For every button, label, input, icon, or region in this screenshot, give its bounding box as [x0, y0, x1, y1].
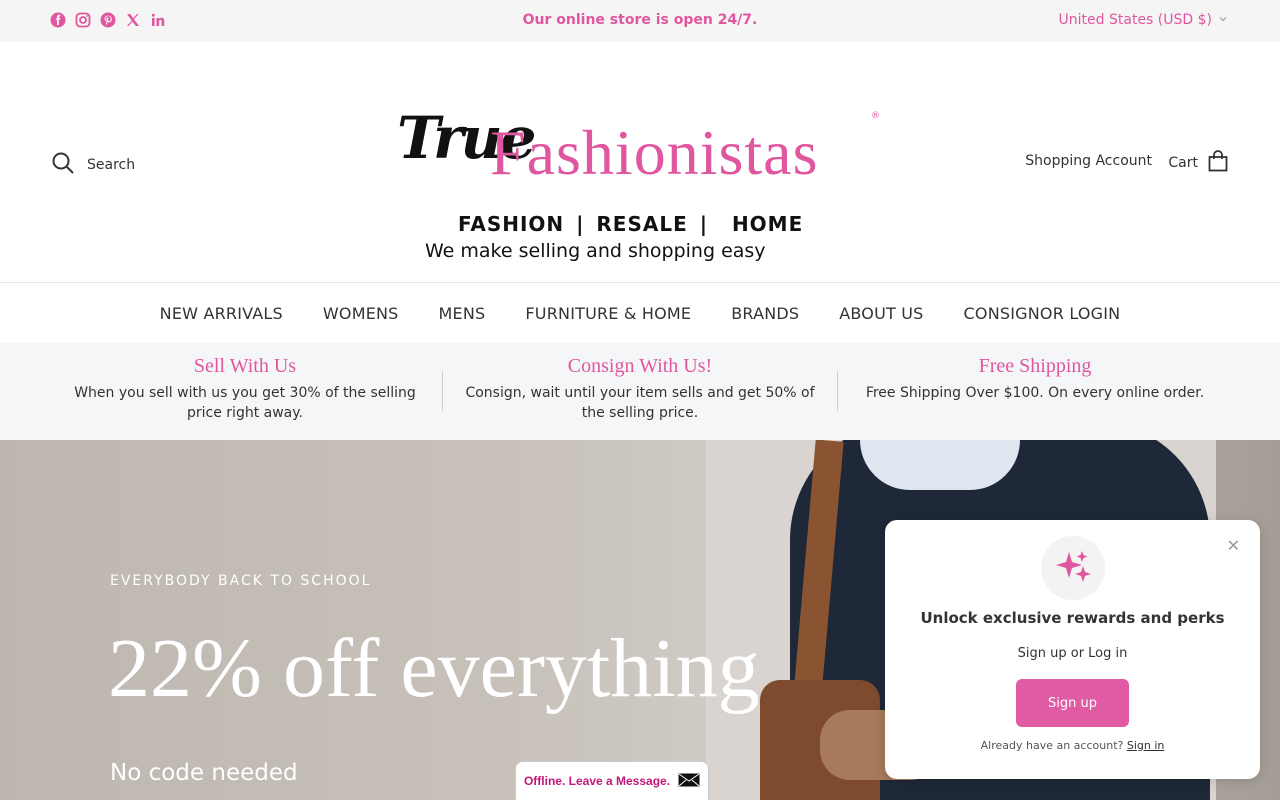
search-label: Search — [87, 157, 136, 173]
cart-button[interactable]: Cart — [1168, 150, 1228, 176]
close-icon[interactable]: ✕ — [1227, 536, 1240, 555]
nav-item-brands[interactable]: BRANDS — [731, 304, 799, 323]
hero-eyebrow: EVERYBODY BACK TO SCHOOL — [110, 573, 372, 589]
chat-label: Offline. Leave a Message. — [523, 774, 671, 788]
site-header: Search True Fashionistas ® FASHION | RES… — [0, 42, 1280, 282]
main-navigation: NEW ARRIVALS WOMENS MENS FURNITURE & HOM… — [0, 282, 1280, 343]
nav-item-womens[interactable]: WOMENS — [323, 304, 399, 323]
site-logo[interactable]: True Fashionistas ® FASHION | RESALE | H… — [395, 78, 890, 262]
usp-consign: Consign With Us! Consign, wait until you… — [443, 343, 837, 440]
usp-description: When you sell with us you get 30% of the… — [74, 385, 416, 421]
search-icon — [51, 151, 75, 179]
usp-sell: Sell With Us When you sell with us you g… — [48, 343, 442, 440]
usp-title: Consign With Us! — [567, 355, 713, 377]
cart-label: Cart — [1168, 155, 1198, 171]
usp-title: Sell With Us — [193, 355, 297, 377]
currency-label: United States (USD $) — [1058, 12, 1212, 28]
usp-title: Free Shipping — [978, 355, 1092, 377]
usp-shipping: Free Shipping Free Shipping Over $100. O… — [838, 343, 1232, 440]
chat-widget-button[interactable]: Offline. Leave a Message. — [515, 761, 709, 800]
already-account-text: Already have an account? — [980, 739, 1124, 752]
logo-registered-mark: ® — [871, 111, 880, 121]
chevron-down-icon — [1218, 12, 1228, 28]
hero-subheading: No code needed — [110, 760, 298, 786]
popup-signin-prompt: Already have an account? Sign in — [885, 739, 1260, 752]
logo-tagline: We make selling and shopping easy — [425, 240, 766, 262]
announcement-bar: Our online store is open 24/7. United St… — [0, 0, 1280, 42]
envelope-icon — [678, 773, 700, 790]
nav-item-about-us[interactable]: ABOUT US — [839, 304, 923, 323]
hero-headline: 22% off everything — [108, 622, 760, 715]
usp-description: Consign, wait until your item sells and … — [465, 385, 815, 421]
popup-title: Unlock exclusive rewards and perks — [920, 609, 1225, 627]
usp-strip: Sell With Us When you sell with us you g… — [0, 343, 1280, 440]
search-button[interactable]: Search — [51, 151, 135, 179]
nav-item-furniture-home[interactable]: FURNITURE & HOME — [525, 304, 691, 323]
sparkles-icon — [1041, 536, 1105, 600]
hero-photo-collar — [860, 440, 1020, 490]
currency-selector[interactable]: United States (USD $) — [1059, 12, 1228, 28]
nav-item-mens[interactable]: MENS — [439, 304, 486, 323]
signin-link[interactable]: Sign in — [1127, 739, 1165, 752]
usp-description: Free Shipping Over $100. On every online… — [865, 385, 1205, 401]
rewards-popup: ✕ Unlock exclusive rewards and perks Sig… — [885, 520, 1260, 779]
shopping-account-link[interactable]: Shopping Account — [1025, 153, 1152, 169]
nav-item-new-arrivals[interactable]: NEW ARRIVALS — [160, 304, 283, 323]
shopping-bag-icon — [1208, 150, 1228, 176]
logo-tagline-categories: FASHION | RESALE | HOME — [458, 212, 804, 236]
popup-subtitle: Sign up or Log in — [1017, 646, 1128, 661]
signup-button[interactable]: Sign up — [1016, 679, 1129, 727]
nav-item-consignor-login[interactable]: CONSIGNOR LOGIN — [964, 304, 1121, 323]
logo-brand: Fashionistas — [490, 117, 819, 188]
